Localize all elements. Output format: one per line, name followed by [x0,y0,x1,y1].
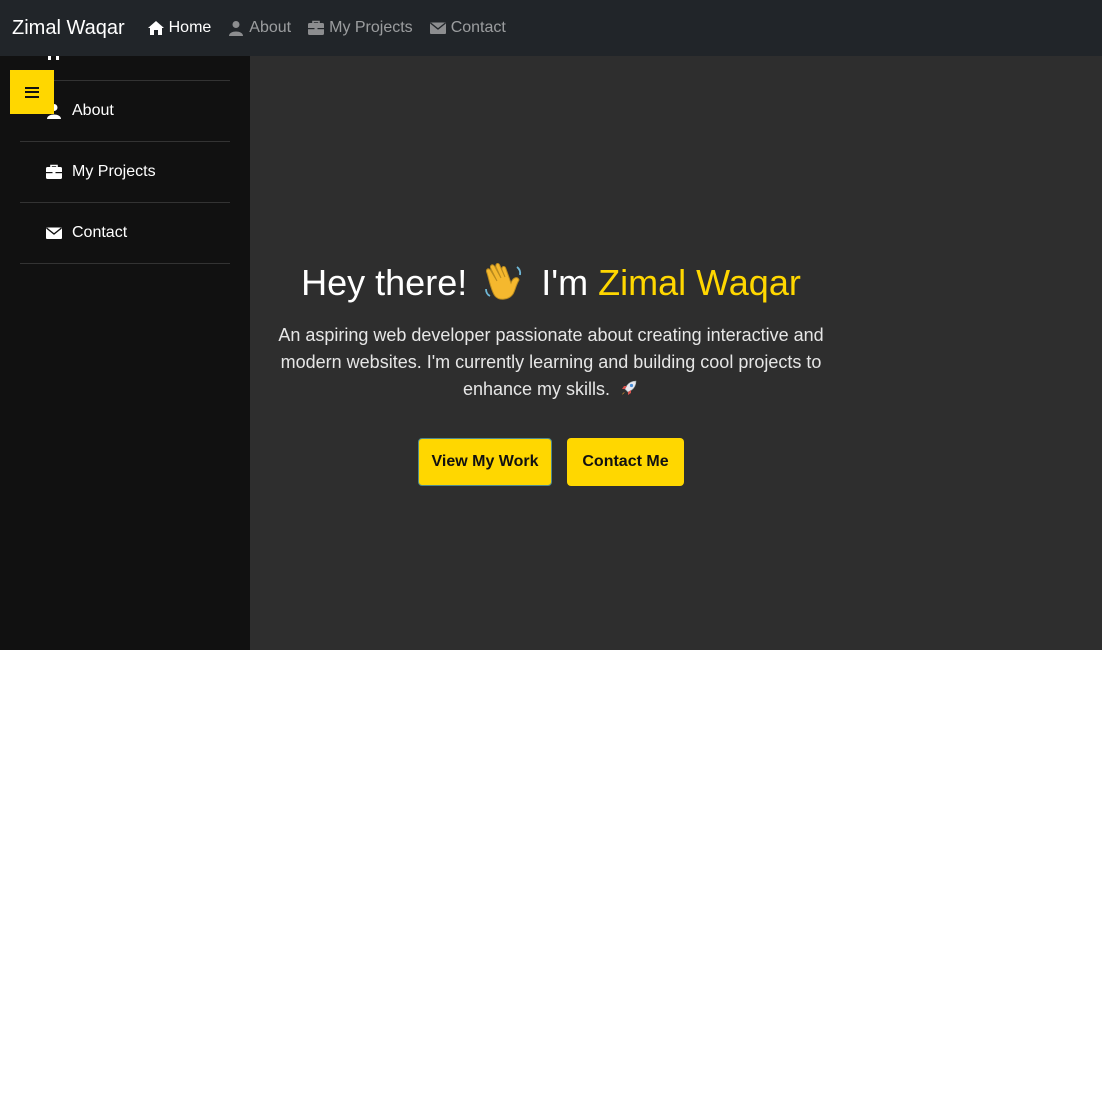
top-navbar: Zimal Waqar Home About My Projects Conta… [0,0,1102,56]
waving-hand-icon [483,263,525,301]
sidebar: About My Projects Contact [0,56,250,650]
hamburger-icon [25,86,39,98]
nav-link-label: Home [168,19,212,36]
home-icon [147,20,165,36]
nav-link-label: Contact [450,19,506,36]
briefcase-icon [46,164,62,180]
view-my-work-button[interactable]: View My Work [418,438,552,486]
contact-me-button[interactable]: Contact Me [567,438,684,486]
sidebar-toggle-button[interactable] [10,70,54,114]
hero-greeting: Hey there! [301,262,468,303]
hero-section: Hey there! I'm Zimal Waqar An aspiring w… [250,56,1102,650]
hero-description: An aspiring web developer passionate abo… [278,325,824,399]
hero-intro: I'm [541,262,589,303]
nav-link-label: My Projects [329,19,413,36]
envelope-icon [46,225,62,241]
rocket-icon [619,378,639,398]
nav-link-label: About [249,19,292,36]
nav-link-contact[interactable]: Contact [429,19,506,37]
briefcase-icon [307,20,325,36]
nav-link-home[interactable]: Home [147,19,212,37]
envelope-icon [429,20,447,36]
nav-links: Home About My Projects Contact [147,19,522,37]
hero-description-block: An aspiring web developer passionate abo… [276,322,826,403]
sidebar-item-label: My Projects [72,163,156,180]
hero-name: Zimal Waqar [598,262,801,303]
sidebar-item-label: Contact [72,224,128,241]
sidebar-item-projects[interactable]: My Projects [20,142,230,203]
sidebar-item-contact[interactable]: Contact [20,203,230,264]
user-icon [227,20,245,36]
sidebar-home-icon-remnant [44,56,64,60]
sidebar-item-label: About [72,102,114,119]
nav-link-about[interactable]: About [227,19,291,37]
hero-title: Hey there! I'm Zimal Waqar [250,262,852,304]
brand-logo[interactable]: Zimal Waqar [12,17,125,40]
nav-link-projects[interactable]: My Projects [307,19,413,37]
